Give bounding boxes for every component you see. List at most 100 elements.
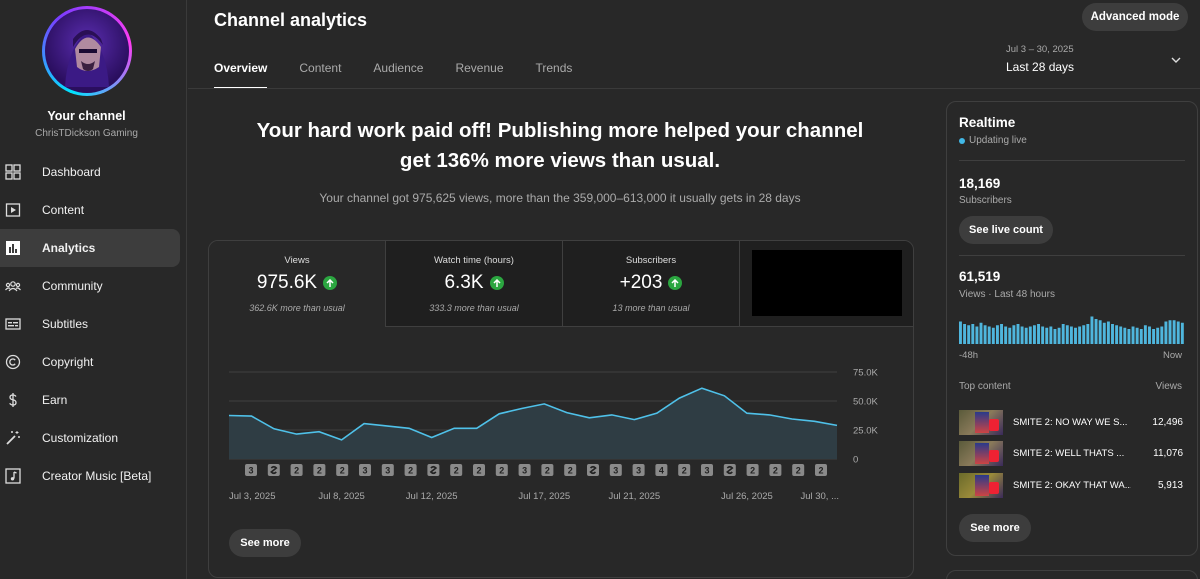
metric-label: Subscribers xyxy=(625,255,677,266)
realtime-bar xyxy=(1004,326,1008,344)
realtime-bar xyxy=(1037,324,1040,344)
upload-count: 2 xyxy=(317,466,322,476)
tab-content[interactable]: Content xyxy=(299,61,341,89)
live-dot-icon xyxy=(959,137,965,144)
tab-revenue[interactable]: Revenue xyxy=(455,61,503,89)
views-chart[interactable]: 75.0K 50.0K 25.0K 0 3 2 2 2 3 3 2 2 2 2 3 2 2 3 3 4 2 3 2 2 2 2 Ju… xyxy=(209,359,913,539)
top-content-row[interactable]: SMITE 2: OKAY THAT WA... 5,913 xyxy=(959,473,1183,498)
realtime-bar xyxy=(1156,327,1160,344)
realtime-bar xyxy=(1127,329,1131,344)
realtime-card: Realtime Updating live 18,169 Subscriber… xyxy=(946,101,1198,556)
realtime-bar xyxy=(963,324,967,344)
video-title: SMITE 2: OKAY THAT WA... xyxy=(1013,480,1131,491)
realtime-bar xyxy=(1041,326,1045,344)
realtime-bar xyxy=(1135,327,1139,344)
page-title: Channel analytics xyxy=(214,10,368,30)
sidebar-item-subtitles[interactable]: Subtitles xyxy=(0,305,180,343)
realtime-status-text: Updating live xyxy=(969,135,1027,146)
realtime-bar xyxy=(1168,320,1172,344)
y-tick-label: 50.0K xyxy=(853,397,878,408)
realtime-bar xyxy=(1172,320,1176,344)
community-icon xyxy=(5,278,21,294)
sidebar-nav: Dashboard Content Analytics Community Su… xyxy=(0,153,180,495)
sidebar-item-dashboard[interactable]: Dashboard xyxy=(0,153,180,191)
realtime-bar xyxy=(1098,320,1102,344)
realtime-see-more-button[interactable]: See more xyxy=(959,514,1031,542)
realtime-views-bars[interactable] xyxy=(959,314,1185,344)
header-divider xyxy=(188,88,1200,89)
copyright-icon xyxy=(5,354,21,370)
realtime-bar xyxy=(1074,327,1077,344)
realtime-bar xyxy=(1164,321,1168,344)
sidebar-item-copyright[interactable]: Copyright xyxy=(0,343,180,381)
date-range-picker[interactable]: Jul 3 – 30, 2025 Last 28 days xyxy=(1006,44,1074,74)
video-title: SMITE 2: NO WAY WE S... xyxy=(1013,417,1128,428)
sidebar-item-community[interactable]: Community xyxy=(0,267,180,305)
upload-count: 2 xyxy=(682,466,687,476)
realtime-bar xyxy=(1139,329,1143,344)
sidebar-item-creator-music[interactable]: Creator Music [Beta] xyxy=(0,457,180,495)
realtime-bar xyxy=(1053,329,1057,344)
metric-subscribers[interactable]: Subscribers +203 13 more than usual xyxy=(563,241,740,327)
sidebar-item-customization[interactable]: Customization xyxy=(0,419,180,457)
divider xyxy=(959,255,1185,256)
sidebar-item-label: Content xyxy=(42,203,85,217)
realtime-bar xyxy=(991,327,995,344)
realtime-bar xyxy=(1180,322,1184,344)
realtime-bar xyxy=(987,326,991,344)
advanced-mode-button[interactable]: Advanced mode xyxy=(1082,3,1188,31)
sidebar-item-earn[interactable]: Earn xyxy=(0,381,180,419)
tab-overview[interactable]: Overview xyxy=(214,61,268,89)
metric-comparison: 362.6K more than usual xyxy=(249,303,345,313)
channel-avatar[interactable] xyxy=(42,6,132,96)
y-tick-label: 25.0K xyxy=(853,426,878,437)
tab-audience[interactable]: Audience xyxy=(373,61,423,89)
upload-count: 2 xyxy=(818,466,823,476)
top-content-views-header: Views xyxy=(1155,381,1183,392)
sidebar-item-label: Creator Music [Beta] xyxy=(42,469,152,483)
series-area xyxy=(229,388,837,459)
video-thumbnail xyxy=(959,441,1003,466)
redacted-block xyxy=(752,250,902,316)
tab-trends[interactable]: Trends xyxy=(536,61,573,89)
realtime-subscribers-label: Subscribers xyxy=(959,195,1012,206)
upload-count: 2 xyxy=(750,466,755,476)
upload-count: 3 xyxy=(248,466,253,476)
metric-redacted[interactable] xyxy=(740,241,913,327)
upload-count: 2 xyxy=(568,466,573,476)
realtime-bar xyxy=(1016,324,1020,344)
x-tick-label: Jul 3, 2025 xyxy=(229,491,275,502)
arrow-up-icon xyxy=(323,276,338,290)
top-content-label: Top content xyxy=(959,381,1011,392)
upload-count: 2 xyxy=(340,466,345,476)
realtime-bar xyxy=(1119,326,1123,344)
subtitles-icon xyxy=(5,316,21,332)
realtime-bar xyxy=(1123,327,1127,344)
metric-watch-time[interactable]: Watch time (hours) 6.3K 333.3 more than … xyxy=(386,241,563,327)
realtime-bar xyxy=(1152,329,1156,344)
sidebar-item-content[interactable]: Content xyxy=(0,191,180,229)
metric-comparison: 13 more than usual xyxy=(612,303,690,313)
video-title: SMITE 2: WELL THATS ... xyxy=(1013,448,1125,459)
music-icon xyxy=(5,468,21,484)
realtime-bar xyxy=(1065,325,1069,344)
realtime-bar xyxy=(1148,326,1151,344)
realtime-title: Realtime xyxy=(959,115,1016,130)
insight-headline: Your hard work paid off! Publishing more… xyxy=(240,116,880,176)
top-content-row[interactable]: SMITE 2: WELL THATS ... 11,076 xyxy=(959,441,1183,466)
chevron-down-icon[interactable] xyxy=(1170,54,1182,66)
realtime-bar xyxy=(995,325,999,344)
video-views: 5,913 xyxy=(1157,480,1183,491)
x-tick-label: Jul 21, 2025 xyxy=(608,491,660,502)
dashboard-icon xyxy=(5,164,21,180)
realtime-bar xyxy=(1115,325,1119,344)
metric-views[interactable]: Views 975.6K 362.6K more than usual xyxy=(209,241,386,327)
see-more-button[interactable]: See more xyxy=(229,529,301,557)
sidebar-item-analytics[interactable]: Analytics xyxy=(0,229,180,267)
realtime-bar xyxy=(1078,326,1082,344)
content-icon xyxy=(5,202,21,218)
realtime-bar xyxy=(971,324,975,344)
video-thumbnail xyxy=(959,410,1003,435)
top-content-row[interactable]: SMITE 2: NO WAY WE S... 12,496 xyxy=(959,410,1183,435)
see-live-count-button[interactable]: See live count xyxy=(959,216,1053,244)
